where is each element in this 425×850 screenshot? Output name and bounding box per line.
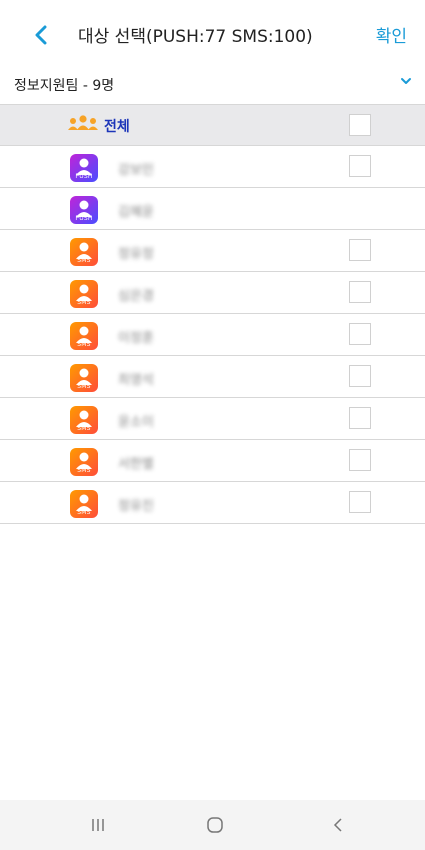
member-type-tag: PUSH: [75, 215, 93, 222]
select-all-label: 전체: [104, 119, 130, 135]
member-checkbox[interactable]: [349, 155, 371, 177]
member-avatar: SMS: [70, 364, 98, 392]
member-avatar: SMS: [70, 406, 98, 434]
member-checkbox[interactable]: [349, 449, 371, 471]
page-title: 대상 선택(PUSH:77 SMS:100): [78, 27, 313, 47]
home-button[interactable]: [175, 800, 255, 850]
group-label: 정보지원팀 - 9명: [14, 78, 115, 94]
member-row[interactable]: SMS 최영석: [0, 356, 425, 398]
member-name: 강보민: [118, 163, 154, 178]
member-name: 윤소이: [118, 415, 154, 430]
select-all-checkbox[interactable]: [349, 114, 371, 136]
member-type-tag: SMS: [77, 341, 91, 348]
home-icon: [207, 817, 223, 833]
group-header[interactable]: 정보지원팀 - 9명: [0, 66, 425, 105]
app-header: 대상 선택(PUSH:77 SMS:100) 확인: [0, 0, 425, 66]
member-avatar: PUSH: [70, 154, 98, 182]
member-row[interactable]: SMS 윤소이: [0, 398, 425, 440]
system-back-button[interactable]: [298, 800, 378, 850]
member-type-tag: PUSH: [75, 173, 93, 180]
member-row[interactable]: PUSH 김혜윤: [0, 188, 425, 230]
confirm-button[interactable]: 확인: [376, 22, 407, 47]
member-row[interactable]: PUSH 강보민: [0, 146, 425, 188]
member-avatar: PUSH: [70, 196, 98, 224]
member-row[interactable]: SMS 서한별: [0, 440, 425, 482]
back-icon: [333, 818, 342, 832]
recent-apps-button[interactable]: [58, 800, 138, 850]
member-checkbox[interactable]: [349, 323, 371, 345]
member-name: 이정훈: [118, 331, 154, 346]
select-all-row[interactable]: 전체: [0, 105, 425, 146]
member-checkbox[interactable]: [349, 239, 371, 261]
chevron-down-icon[interactable]: [399, 74, 413, 92]
system-navbar: [0, 800, 425, 850]
member-type-tag: SMS: [77, 509, 91, 516]
member-name: 김혜윤: [118, 205, 154, 220]
member-avatar: SMS: [70, 280, 98, 308]
member-type-tag: SMS: [77, 383, 91, 390]
member-name: 심은경: [118, 289, 154, 304]
member-checkbox[interactable]: [349, 281, 371, 303]
member-row[interactable]: SMS 심은경: [0, 272, 425, 314]
chevron-left-icon: [35, 25, 47, 45]
member-row[interactable]: SMS 정유진: [0, 482, 425, 524]
member-name: 정유정: [118, 247, 154, 262]
group-icon: [68, 115, 98, 130]
member-type-tag: SMS: [77, 299, 91, 306]
member-type-tag: SMS: [77, 425, 91, 432]
member-checkbox[interactable]: [349, 491, 371, 513]
member-name: 서한별: [118, 457, 154, 472]
member-avatar: SMS: [70, 238, 98, 266]
member-type-tag: SMS: [77, 257, 91, 264]
member-row[interactable]: SMS 이정훈: [0, 314, 425, 356]
member-avatar: SMS: [70, 490, 98, 518]
member-checkbox[interactable]: [349, 407, 371, 429]
member-avatar: SMS: [70, 322, 98, 350]
member-name: 정유진: [118, 499, 154, 514]
member-avatar: SMS: [70, 448, 98, 476]
recent-apps-icon: [92, 819, 104, 831]
member-type-tag: SMS: [77, 467, 91, 474]
member-name: 최영석: [118, 373, 154, 388]
member-row[interactable]: SMS 정유정: [0, 230, 425, 272]
member-checkbox[interactable]: [349, 365, 371, 387]
member-list: PUSH 강보민 PUSH 김혜윤 SMS 정유정 SMS 심은경 SMS 이정훈 SMS 최영석 SM…: [0, 146, 425, 524]
back-button[interactable]: [26, 20, 56, 50]
